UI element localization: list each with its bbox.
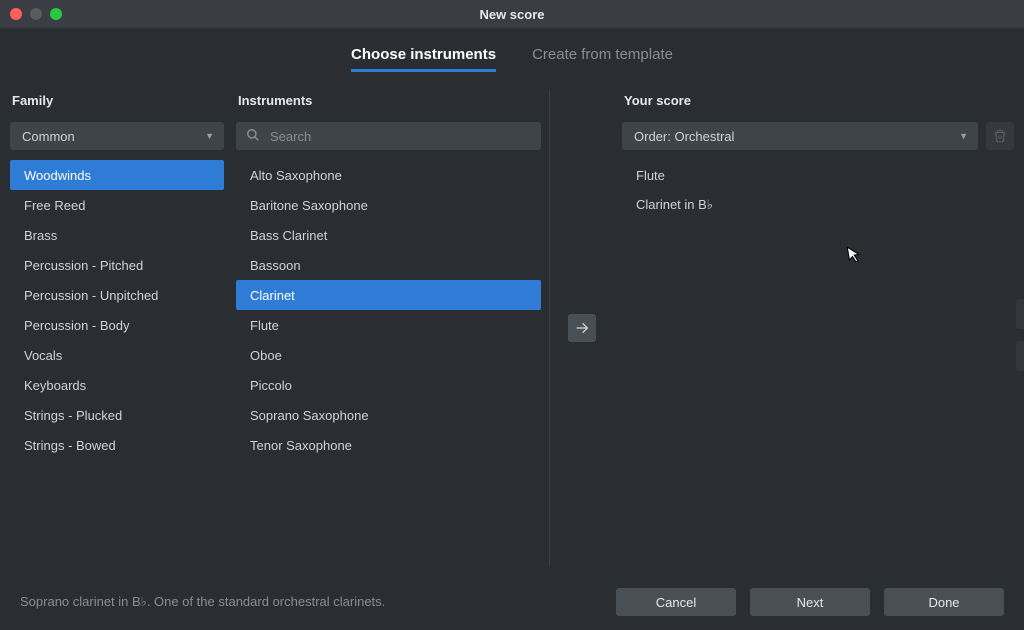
tab-choose-instruments[interactable]: Choose instruments bbox=[351, 46, 496, 71]
score-item[interactable]: Flute bbox=[622, 160, 1014, 190]
instrument-item[interactable]: Tenor Saxophone bbox=[236, 430, 541, 460]
family-list: WoodwindsFree ReedBrassPercussion - Pitc… bbox=[10, 160, 224, 460]
search-input[interactable] bbox=[270, 129, 531, 144]
instrument-item[interactable]: Soprano Saxophone bbox=[236, 400, 541, 430]
move-up-button[interactable]: ↑ bbox=[1016, 299, 1024, 329]
family-item[interactable]: Strings - Plucked bbox=[10, 400, 224, 430]
content: Family Common ▼ WoodwindsFree ReedBrassP… bbox=[0, 79, 1024, 577]
instruments-title: Instruments bbox=[236, 89, 541, 122]
instrument-item[interactable]: Baritone Saxophone bbox=[236, 190, 541, 220]
order-value: Order: Orchestral bbox=[634, 129, 734, 144]
next-button[interactable]: Next bbox=[750, 588, 870, 616]
family-item[interactable]: Free Reed bbox=[10, 190, 224, 220]
order-select[interactable]: Order: Orchestral ▼ bbox=[622, 122, 978, 150]
family-item[interactable]: Percussion - Body bbox=[10, 310, 224, 340]
instruments-list: Alto SaxophoneBaritone SaxophoneBass Cla… bbox=[236, 160, 541, 460]
reorder-buttons: ↑ ↓ bbox=[1016, 299, 1024, 371]
chevron-down-icon: ▼ bbox=[959, 131, 968, 141]
family-item[interactable]: Percussion - Unpitched bbox=[10, 280, 224, 310]
maximize-window-button[interactable] bbox=[50, 8, 62, 20]
traffic-lights bbox=[0, 8, 62, 20]
family-item[interactable]: Keyboards bbox=[10, 370, 224, 400]
family-item[interactable]: Woodwinds bbox=[10, 160, 224, 190]
instrument-item[interactable]: Oboe bbox=[236, 340, 541, 370]
delete-button[interactable] bbox=[986, 122, 1014, 150]
family-item[interactable]: Brass bbox=[10, 220, 224, 250]
family-item[interactable]: Strings - Bowed bbox=[10, 430, 224, 460]
minimize-window-button[interactable] bbox=[30, 8, 42, 20]
footer-hint: Soprano clarinet in B♭. One of the stand… bbox=[20, 594, 616, 610]
footer: Soprano clarinet in B♭. One of the stand… bbox=[0, 574, 1024, 630]
family-item[interactable]: Vocals bbox=[10, 340, 224, 370]
chevron-down-icon: ▼ bbox=[205, 131, 214, 141]
cancel-button[interactable]: Cancel bbox=[616, 588, 736, 616]
score-column: Your score Order: Orchestral ▼ FluteClar… bbox=[614, 89, 1014, 567]
family-filter-select[interactable]: Common ▼ bbox=[10, 122, 224, 150]
footer-buttons: Cancel Next Done bbox=[616, 588, 1004, 616]
instrument-item[interactable]: Flute bbox=[236, 310, 541, 340]
family-filter-value: Common bbox=[22, 129, 75, 144]
family-title: Family bbox=[10, 89, 224, 122]
middle-column bbox=[550, 89, 614, 567]
score-title: Your score bbox=[622, 89, 1014, 122]
add-to-score-button[interactable] bbox=[568, 314, 596, 342]
move-down-button[interactable]: ↓ bbox=[1016, 341, 1024, 371]
instrument-item[interactable]: Piccolo bbox=[236, 370, 541, 400]
window-title: New score bbox=[0, 7, 1024, 22]
done-button[interactable]: Done bbox=[884, 588, 1004, 616]
score-list: FluteClarinet in B♭ bbox=[622, 160, 1014, 220]
titlebar: New score bbox=[0, 0, 1024, 28]
tabs: Choose instruments Create from template bbox=[0, 28, 1024, 79]
close-window-button[interactable] bbox=[10, 8, 22, 20]
family-column: Family Common ▼ WoodwindsFree ReedBrassP… bbox=[10, 89, 224, 567]
instrument-item[interactable]: Bassoon bbox=[236, 250, 541, 280]
score-item[interactable]: Clarinet in B♭ bbox=[622, 190, 1014, 220]
search-box[interactable] bbox=[236, 122, 541, 150]
instruments-column: Instruments Alto SaxophoneBaritone Saxop… bbox=[224, 89, 550, 567]
instrument-item[interactable]: Clarinet bbox=[236, 280, 541, 310]
instrument-item[interactable]: Alto Saxophone bbox=[236, 160, 541, 190]
instrument-item[interactable]: Bass Clarinet bbox=[236, 220, 541, 250]
search-icon bbox=[246, 128, 260, 145]
tab-create-from-template[interactable]: Create from template bbox=[532, 46, 673, 71]
family-item[interactable]: Percussion - Pitched bbox=[10, 250, 224, 280]
